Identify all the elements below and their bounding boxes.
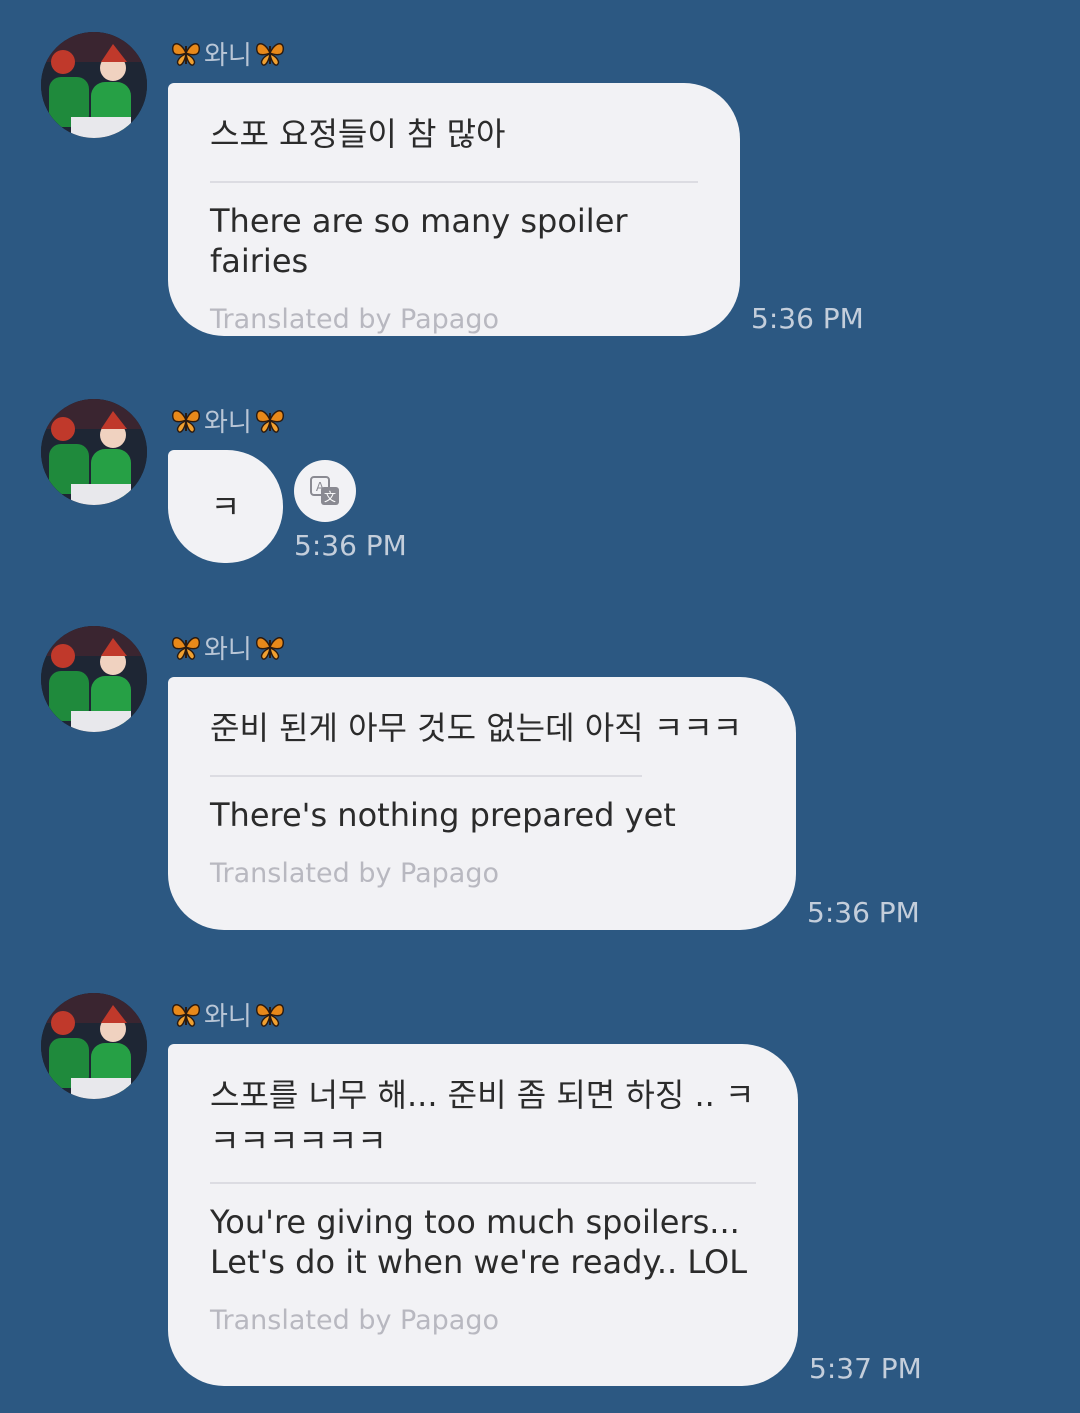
- original-text: 스포 요정들이 참 많아: [210, 115, 506, 153]
- translation-credit: Translated by Papago: [210, 1305, 499, 1336]
- sender-name: 와니: [170, 997, 286, 1032]
- butterfly-icon: [255, 43, 284, 66]
- translation-credit: Translated by Papago: [210, 858, 499, 889]
- sender-label: 와니: [204, 634, 252, 665]
- original-text: 준비 된게 아무 것도 없는데 아직 ㅋㅋㅋ: [210, 709, 743, 747]
- message-bubble[interactable]: 스포를 너무 해... 준비 좀 되면 하징 .. ㅋ ㅋㅋㅋㅋㅋㅋ You'r…: [168, 1044, 798, 1386]
- svg-text:文: 文: [324, 489, 336, 504]
- original-text-line-1: 스포를 너무 해... 준비 좀 되면 하징 .. ㅋ: [210, 1076, 755, 1114]
- translate-button[interactable]: A 文: [294, 460, 356, 522]
- butterfly-icon: [172, 43, 200, 66]
- translated-text-line-2: Let's do it when we're ready.. LOL: [210, 1243, 748, 1281]
- divider: [210, 181, 698, 183]
- message-1: 와니 스포 요정들이 참 많아 There are so many spoile…: [0, 32, 1080, 352]
- timestamp: 5:36 PM: [807, 896, 920, 929]
- avatar[interactable]: [41, 399, 147, 505]
- sender-label: 와니: [204, 40, 252, 71]
- translation-credit: Translated by Papago: [210, 304, 499, 335]
- butterfly-icon: [255, 1004, 284, 1027]
- original-text: ㅋ: [210, 487, 241, 526]
- butterfly-icon: [172, 1004, 200, 1027]
- sender-label: 와니: [204, 1001, 252, 1032]
- timestamp: 5:37 PM: [809, 1352, 922, 1385]
- message-bubble[interactable]: ㅋ: [168, 450, 283, 563]
- original-text-line-2: ㅋㅋㅋㅋㅋㅋ: [210, 1122, 387, 1160]
- timestamp: 5:36 PM: [751, 302, 864, 335]
- message-4: 와니 스포를 너무 해... 준비 좀 되면 하징 .. ㅋ ㅋㅋㅋㅋㅋㅋ Yo…: [0, 993, 1080, 1403]
- sender-name: 와니: [170, 403, 286, 438]
- translated-text-line-1: You're giving too much spoilers...: [210, 1203, 740, 1241]
- message-bubble[interactable]: 스포 요정들이 참 많아 There are so many spoiler f…: [168, 83, 740, 336]
- avatar[interactable]: [41, 626, 147, 732]
- divider: [210, 775, 642, 777]
- divider: [210, 1182, 756, 1184]
- butterfly-icon: [172, 637, 200, 660]
- translated-text: There are so many spoiler fairies: [210, 202, 628, 280]
- avatar[interactable]: [41, 993, 147, 1099]
- butterfly-icon: [255, 410, 284, 433]
- avatar[interactable]: [41, 32, 147, 138]
- butterfly-icon: [255, 637, 284, 660]
- butterfly-icon: [172, 410, 200, 433]
- message-3: 와니 준비 된게 아무 것도 없는데 아직 ㅋㅋㅋ There's nothin…: [0, 626, 1080, 946]
- message-bubble[interactable]: 준비 된게 아무 것도 없는데 아직 ㅋㅋㅋ There's nothing p…: [168, 677, 796, 930]
- translate-icon: A 文: [310, 476, 339, 505]
- message-2: 와니 ㅋ A 文 5:36 PM: [0, 399, 1080, 569]
- translated-text: There's nothing prepared yet: [210, 796, 676, 834]
- sender-label: 와니: [204, 407, 252, 438]
- sender-name: 와니: [170, 36, 286, 71]
- timestamp: 5:36 PM: [294, 529, 407, 562]
- sender-name: 와니: [170, 630, 286, 665]
